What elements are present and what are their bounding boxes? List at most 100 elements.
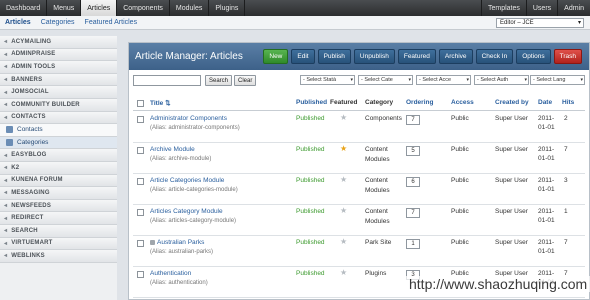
col-category[interactable]: Category <box>365 99 393 106</box>
trash-button[interactable]: Trash <box>553 49 582 64</box>
sublink-featured-articles[interactable]: Featured Articles <box>80 19 143 26</box>
row-checkbox[interactable] <box>137 116 144 123</box>
tab-modules[interactable]: Modules <box>170 0 210 16</box>
article-title-link[interactable]: Authentication <box>150 270 191 277</box>
article-title-link[interactable]: Article Categories Module <box>150 177 224 184</box>
sidebar-group[interactable]: ◂ KUNENA FORUM <box>0 174 117 188</box>
tab-dashboard[interactable]: Dashboard <box>0 0 48 16</box>
ordering-input[interactable]: 1 <box>406 239 420 249</box>
sidebar: ◂ ACYMAILING ◂ ADMINPRAISE ◂ ADMIN TOOLS ◂ BANN… <box>0 36 117 300</box>
col-created-by[interactable]: Created by <box>495 99 529 106</box>
sidebar-subitem[interactable]: Categories <box>0 136 117 150</box>
edit-button[interactable]: Edit <box>291 49 315 64</box>
star-icon[interactable]: ★ <box>340 144 347 153</box>
tab-menus[interactable]: Menus <box>47 0 82 16</box>
select-status[interactable]: - Select Statà ▾ <box>300 75 355 85</box>
row-checkbox[interactable] <box>137 240 144 247</box>
article-title-link[interactable]: Articles Category Module <box>150 208 223 215</box>
category-line: Park Site <box>365 239 392 246</box>
sidebar-group[interactable]: ◂ JOMSOCIAL <box>0 86 117 99</box>
sidebar-group[interactable]: ◂ BANNERS <box>0 73 117 87</box>
new-button[interactable]: New <box>263 49 289 64</box>
published-status[interactable]: Published <box>296 270 325 277</box>
select-all-checkbox[interactable] <box>137 100 144 107</box>
article-title-link[interactable]: Australian Parks <box>150 239 204 246</box>
row-checkbox[interactable] <box>137 271 144 278</box>
sidebar-group[interactable]: ◂ COMMUNITY BUILDER <box>0 98 117 112</box>
col-hits[interactable]: Hits <box>562 99 574 106</box>
select-language[interactable]: - Select Lang ▾ <box>530 75 585 85</box>
ordering-input[interactable]: 5 <box>406 146 420 156</box>
star-icon[interactable]: ★ <box>340 206 347 215</box>
sidebar-group[interactable]: ◂ ACYMAILING <box>0 36 117 49</box>
star-icon[interactable]: ★ <box>340 268 347 277</box>
article-alias: (Alias: australian-parks) <box>150 249 214 255</box>
published-status[interactable]: Published <box>296 115 325 122</box>
tab-admin[interactable]: Admin <box>557 0 590 16</box>
sidebar-group[interactable]: ◂ ADMIN TOOLS <box>0 61 117 74</box>
tab-articles[interactable]: Articles <box>81 0 118 16</box>
tab-templates[interactable]: Templates <box>480 0 526 16</box>
sidebar-group[interactable]: ◂ VIRTUEMART <box>0 237 117 251</box>
sidebar-group[interactable]: ◂ REDIRECT <box>0 212 117 225</box>
sublink-articles[interactable]: Articles <box>0 19 36 26</box>
article-title: Archive Module <box>150 146 195 153</box>
sidebar-group[interactable]: ◂ MESSAGING <box>0 187 117 200</box>
sidebar-group[interactable]: ◂ EASYBLOG <box>0 149 117 162</box>
star-icon[interactable]: ★ <box>340 237 347 246</box>
featured-button[interactable]: Featured <box>397 49 436 64</box>
sidebar-group[interactable]: ◂ NEWSFEEDS <box>0 199 117 213</box>
created-by: Super User <box>495 239 528 246</box>
published-status[interactable]: Published <box>296 177 325 184</box>
col-ordering[interactable]: Ordering <box>406 99 433 106</box>
article-title-link[interactable]: Archive Module <box>150 146 195 153</box>
col-title[interactable]: Title ⇅ <box>150 99 171 107</box>
sidebar-group-label: K2 <box>11 164 20 171</box>
ordering-input[interactable]: 7 <box>406 115 420 125</box>
col-featured[interactable]: Featured <box>330 99 357 106</box>
date-line: 2011- <box>538 239 555 246</box>
sidebar-group[interactable]: ◂ SEARCH <box>0 224 117 238</box>
row-checkbox[interactable] <box>137 147 144 154</box>
published-status[interactable]: Published <box>296 146 325 153</box>
ordering-input[interactable]: 7 <box>406 208 420 218</box>
col-date[interactable]: Date <box>538 99 552 106</box>
sidebar-group-label: MESSAGING <box>11 189 50 196</box>
published-status[interactable]: Published <box>296 239 325 246</box>
sidebar-group[interactable]: ◂ WEBLINKS <box>0 250 117 263</box>
hits-count: 1 <box>564 208 568 215</box>
article-title-link[interactable]: Administrator Components <box>150 115 227 122</box>
check-in-button[interactable]: Check In <box>475 49 514 64</box>
sublink-categories[interactable]: Categories <box>36 19 80 26</box>
options-button[interactable]: Options <box>516 49 551 64</box>
editor-select[interactable]: Editor – JCE ▾ <box>496 18 584 28</box>
search-button[interactable]: Search <box>205 75 233 86</box>
chevron-icon: ◂ <box>4 177 8 184</box>
row-checkbox[interactable] <box>137 178 144 185</box>
article-title: Articles Category Module <box>150 208 223 215</box>
archive-button[interactable]: Archive <box>438 49 473 64</box>
date-line: 2011- <box>538 208 555 215</box>
col-published[interactable]: Published <box>296 99 327 106</box>
published-status[interactable]: Published <box>296 208 325 215</box>
publish-button[interactable]: Publish <box>317 49 351 64</box>
select-author[interactable]: - Select Auth ▾ <box>474 75 529 85</box>
tab-components[interactable]: Components <box>117 0 170 16</box>
select-category[interactable]: - Select Cate ▾ <box>358 75 413 85</box>
col-access[interactable]: Access <box>451 99 474 106</box>
ordering-input[interactable]: 6 <box>406 177 420 187</box>
star-icon[interactable]: ★ <box>340 113 347 122</box>
star-icon[interactable]: ★ <box>340 175 347 184</box>
tab-plugins[interactable]: Plugins <box>209 0 246 16</box>
search-input[interactable] <box>133 75 201 86</box>
sidebar-subitem[interactable]: Contacts <box>0 124 117 137</box>
sidebar-group[interactable]: ◂ CONTACTS <box>0 111 117 125</box>
unpublish-button[interactable]: Unpublish <box>353 49 395 64</box>
sidebar-group[interactable]: ◂ K2 <box>0 161 117 175</box>
select-access[interactable]: - Select Acce ▾ <box>416 75 471 85</box>
sidebar-group[interactable]: ◂ ADMINPRAISE <box>0 48 117 62</box>
tab-users[interactable]: Users <box>525 0 557 16</box>
clear-button[interactable]: Clear <box>234 75 257 86</box>
row-checkbox[interactable] <box>137 209 144 216</box>
category-line: Content <box>365 177 388 184</box>
